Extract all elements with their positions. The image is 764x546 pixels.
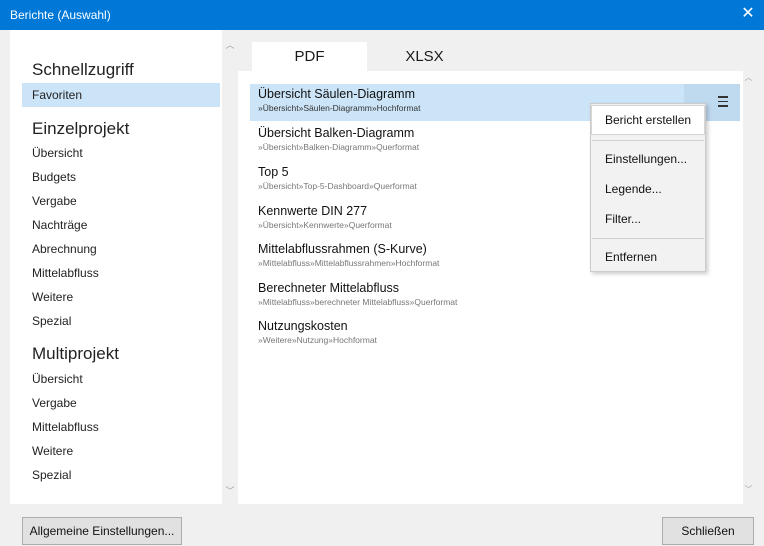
chevron-down-icon[interactable]: ﹀ — [743, 484, 754, 495]
close-button[interactable]: Schließen — [662, 517, 754, 545]
report-path: »Übersicht»Säulen-Diagramm»Hochformat — [258, 103, 421, 113]
menu-item-legende[interactable]: Legende... — [591, 174, 705, 204]
sidebar-item-einzel-vergabe[interactable]: Vergabe — [22, 189, 220, 213]
report-title: Übersicht Balken-Diagramm — [258, 126, 415, 140]
sidebar-item-multi-weitere[interactable]: Weitere — [22, 439, 220, 463]
sidebar-item-multi-mittelabfluss[interactable]: Mittelabfluss — [22, 415, 220, 439]
sidebar-heading-multiprojekt: Multiprojekt — [32, 344, 119, 363]
sidebar-item-einzel-uebersicht[interactable]: Übersicht — [22, 141, 220, 165]
menu-item-einstellungen[interactable]: Einstellungen... — [591, 144, 705, 174]
sidebar-item-multi-spezial[interactable]: Spezial — [22, 463, 220, 487]
context-menu: Bericht erstellen Einstellungen... Legen… — [590, 103, 706, 272]
sidebar-scrollbar[interactable]: ︿ ﹀ — [222, 30, 238, 504]
report-path: »Übersicht»Balken-Diagramm»Querformat — [258, 142, 420, 152]
list-item-report[interactable]: Berechneter Mittelabfluss »Mittelabfluss… — [250, 278, 740, 315]
report-title: Nutzungskosten — [258, 319, 348, 333]
menu-item-entfernen[interactable]: Entfernen — [591, 242, 705, 272]
tab-xlsx[interactable]: XLSX — [367, 42, 482, 71]
chevron-up-icon[interactable]: ︿ — [743, 72, 754, 83]
report-title: Übersicht Säulen-Diagramm — [258, 87, 416, 101]
report-title: Mittelabflussrahmen (S-Kurve) — [258, 242, 427, 256]
sidebar-heading-schnellzugriff: Schnellzugriff — [32, 60, 134, 79]
sidebar-item-multi-vergabe[interactable]: Vergabe — [22, 391, 220, 415]
menu-item-bericht-erstellen[interactable]: Bericht erstellen — [591, 105, 705, 135]
report-list-scrollbar[interactable]: ︿ ﹀ — [743, 30, 754, 504]
report-title: Top 5 — [258, 165, 289, 179]
list-item-report[interactable]: Nutzungskosten »Weitere»Nutzung»Hochform… — [250, 316, 740, 353]
general-settings-button[interactable]: Allgemeine Einstellungen... — [22, 517, 182, 545]
sidebar-heading-einzelprojekt: Einzelprojekt — [32, 119, 130, 138]
tab-pdf[interactable]: PDF — [252, 42, 367, 71]
window-title: Berichte (Auswahl) — [10, 8, 111, 22]
chevron-up-icon[interactable]: ︿ — [222, 38, 238, 51]
chevron-down-icon[interactable]: ﹀ — [222, 484, 238, 497]
sidebar-item-einzel-abrechnung[interactable]: Abrechnung — [22, 237, 220, 261]
sidebar-item-einzel-weitere[interactable]: Weitere — [22, 285, 220, 309]
report-path: »Mittelabfluss»berechneter Mittelabfluss… — [258, 297, 458, 307]
sidebar-item-einzel-spezial[interactable]: Spezial — [22, 309, 220, 333]
close-icon[interactable]: ✕ — [738, 4, 758, 24]
sidebar-item-einzel-nachtraege[interactable]: Nachträge — [22, 213, 220, 237]
report-title: Berechneter Mittelabfluss — [258, 281, 400, 295]
sidebar-item-einzel-mittelabfluss[interactable]: Mittelabfluss — [22, 261, 220, 285]
sidebar-item-favoriten[interactable]: Favoriten — [22, 83, 220, 107]
report-path: »Weitere»Nutzung»Hochformat — [258, 335, 377, 345]
menu-separator — [592, 140, 704, 141]
title-bar: Berichte (Auswahl) ✕ — [0, 0, 764, 30]
report-path: »Mittelabfluss»Mittelabflussrahmen»Hochf… — [258, 258, 440, 268]
report-title: Kennwerte DIN 277 — [258, 204, 368, 218]
report-path: »Übersicht»Kennwerte»Querformat — [258, 220, 392, 230]
sidebar-item-einzel-budgets[interactable]: Budgets — [22, 165, 220, 189]
sidebar-item-multi-uebersicht[interactable]: Übersicht — [22, 367, 220, 391]
hamburger-icon — [718, 96, 728, 108]
report-path: »Übersicht»Top-5-Dashboard»Querformat — [258, 181, 417, 191]
menu-separator — [592, 238, 704, 239]
sidebar: Schnellzugriff Favoriten Einzelprojekt Ü… — [10, 30, 222, 504]
menu-item-filter[interactable]: Filter... — [591, 204, 705, 234]
